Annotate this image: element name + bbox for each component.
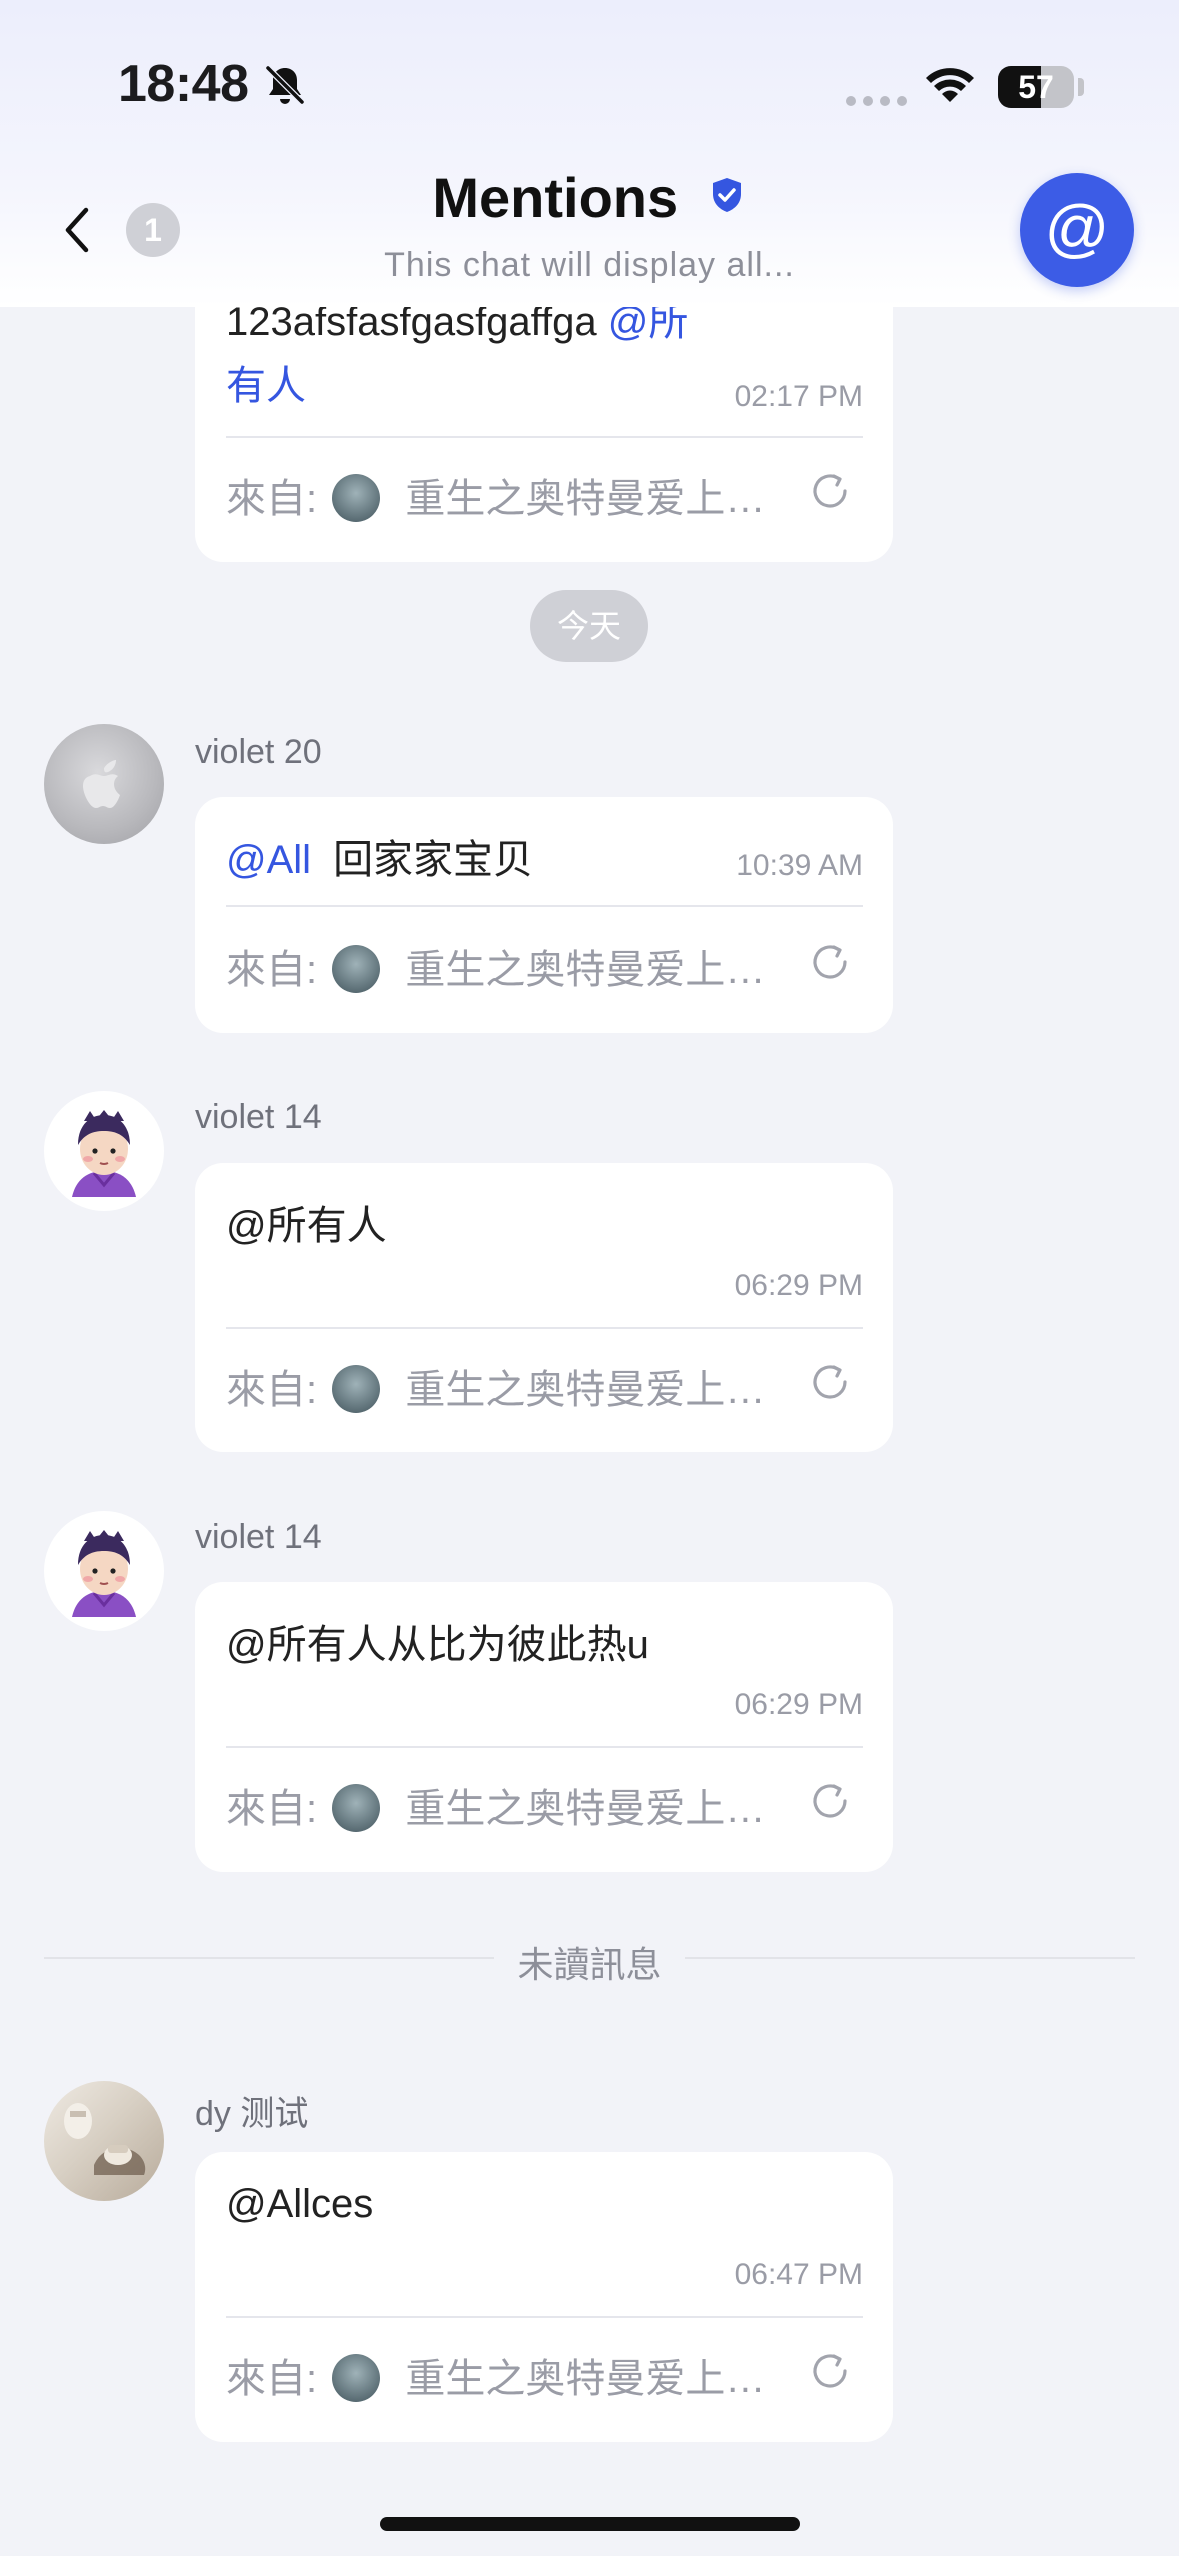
from-group-name: 重生之奥特曼爱上… (405, 1368, 766, 1412)
avatar[interactable] (44, 724, 164, 844)
status-time: 18:48 (118, 55, 249, 113)
group-avatar (332, 474, 381, 523)
message-bubble[interactable]: @所有人从比为彼此热u 06:29 PM 來自: 重生之奥特曼爱上… (195, 1582, 893, 1872)
divider (226, 905, 863, 907)
message-time: 02:17 PM (734, 380, 863, 413)
date-divider: 今天 (530, 590, 648, 662)
cartoon-avatar-icon (72, 1110, 136, 1197)
message-text: @All 回家家宝贝 (226, 827, 533, 885)
group-avatar (332, 2354, 381, 2403)
page-subtitle: This chat will display all... (384, 246, 795, 284)
from-label: 來自: (226, 477, 318, 521)
forward-icon[interactable] (807, 1778, 853, 1824)
divider (226, 436, 863, 438)
from-group-name: 重生之奥特曼爱上… (405, 948, 766, 992)
message-time: 06:47 PM (734, 2258, 863, 2291)
message-time: 10:39 AM (736, 849, 863, 882)
message-text: @所有人 (226, 1204, 387, 1248)
wifi-icon (926, 68, 974, 102)
navigation-header: 18:48 57 1 Mentions This chat will displ… (0, 0, 1179, 307)
from-source[interactable]: 來自: 重生之奥特曼爱上… (226, 2346, 765, 2405)
from-label: 來自: (226, 1368, 318, 1412)
divider (226, 1327, 863, 1329)
sender-name: violet 14 (195, 1518, 322, 1556)
unread-divider-label: 未讀訊息 (517, 1944, 662, 1985)
message-time: 06:29 PM (734, 1688, 863, 1721)
forward-icon[interactable] (807, 939, 853, 985)
divider (226, 1746, 863, 1748)
cartoon-avatar-icon (72, 1530, 136, 1617)
battery-percent: 57 (1018, 69, 1054, 105)
from-source[interactable]: 來自: 重生之奥特曼爱上… (226, 466, 765, 525)
group-avatar (332, 1365, 381, 1414)
group-avatar (332, 945, 381, 994)
from-group-name: 重生之奥特曼爱上… (405, 2357, 766, 2401)
forward-icon[interactable] (807, 468, 853, 514)
from-label: 來自: (226, 2357, 318, 2401)
photo-avatar-icon (64, 2103, 146, 2175)
avatar[interactable] (44, 2081, 164, 2201)
message-text: @Allces (226, 2182, 374, 2226)
bell-slash-icon (265, 65, 305, 105)
verified-shield-icon (712, 177, 741, 212)
at-button[interactable]: @ (1020, 173, 1134, 287)
apple-logo-icon (83, 760, 120, 808)
avatar[interactable] (44, 1091, 164, 1211)
from-group-name: 重生之奥特曼爱上… (405, 1787, 766, 1831)
sender-name: dy 测试 (195, 2095, 309, 2133)
from-label: 來自: (226, 948, 318, 992)
message-text: @所有人从比为彼此热u (226, 1623, 649, 1667)
from-source[interactable]: 來自: 重生之奥特曼爱上… (226, 1776, 765, 1835)
header-title-group: Mentions (0, 165, 1179, 230)
battery-icon: 57 (998, 66, 1074, 108)
message-bubble[interactable]: @Allces 06:47 PM 來自: 重生之奥特曼爱上… (195, 2152, 893, 2442)
forward-icon[interactable] (807, 1359, 853, 1405)
at-icon: @ (1044, 192, 1110, 264)
from-label: 來自: (226, 1787, 318, 1831)
mention-tag[interactable]: @All (226, 838, 311, 882)
divider (226, 2316, 863, 2318)
group-avatar (332, 1784, 381, 1833)
home-indicator (380, 2517, 800, 2531)
avatar[interactable] (44, 1511, 164, 1631)
from-source[interactable]: 來自: 重生之奥特曼爱上… (226, 937, 765, 996)
page-title: Mentions (432, 166, 679, 229)
sender-name: violet 14 (195, 1098, 322, 1136)
message-text-part: 回家家宝贝 (333, 838, 534, 882)
battery-tip (1078, 78, 1084, 96)
message-text: 123afsfasfgasfgaffga @所 有人 (226, 290, 688, 418)
forward-icon[interactable] (807, 2348, 853, 2394)
from-group-name: 重生之奥特曼爱上… (405, 477, 766, 521)
sender-name: violet 20 (195, 733, 322, 771)
message-time: 06:29 PM (734, 1269, 863, 1302)
message-bubble[interactable]: @所有人 06:29 PM 來自: 重生之奥特曼爱上… (195, 1163, 893, 1452)
from-source[interactable]: 來自: 重生之奥特曼爱上… (226, 1357, 765, 1416)
mention-tag[interactable]: 有人 (226, 364, 306, 408)
message-bubble[interactable]: @All 回家家宝贝 10:39 AM 來自: 重生之奥特曼爱上… (195, 797, 893, 1033)
signal-icon (846, 96, 908, 106)
